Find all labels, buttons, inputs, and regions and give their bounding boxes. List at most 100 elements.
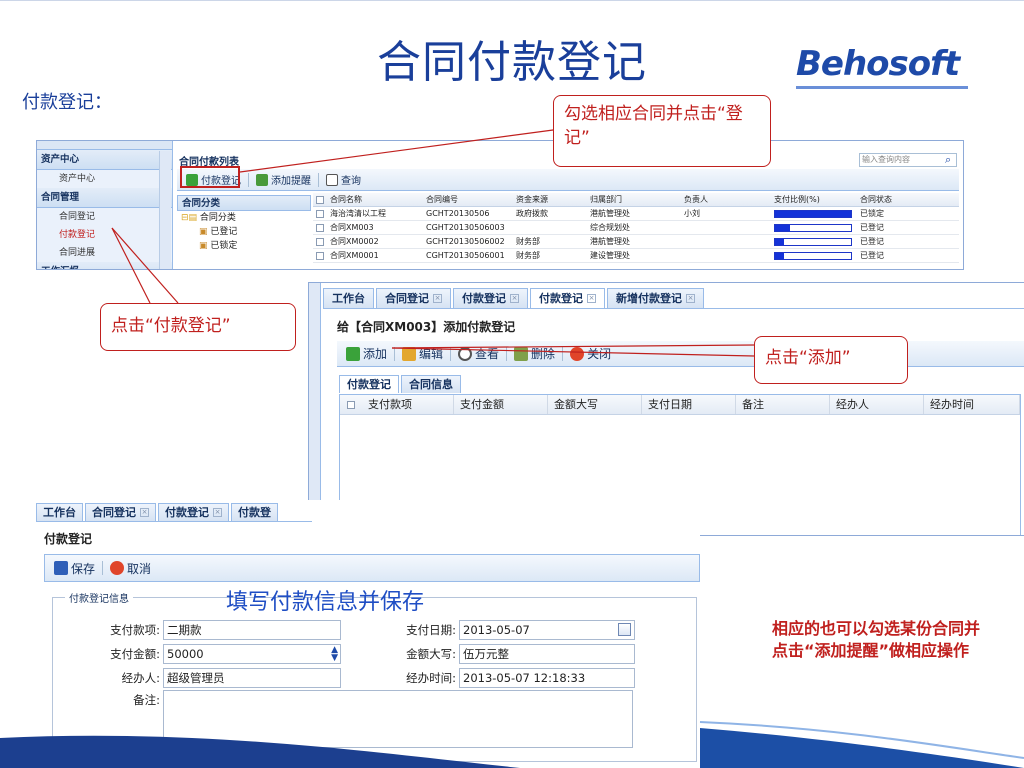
column-header[interactable]: 合同状态 <box>857 193 939 206</box>
tab-label: 工作台 <box>332 291 365 305</box>
save-button[interactable]: 保存 <box>49 556 100 580</box>
tab-close-icon[interactable]: × <box>686 294 695 303</box>
tree-node-registered[interactable]: ▣ 已登记 <box>177 225 311 239</box>
amount-cn-label: 金额大写: <box>406 647 456 661</box>
pay-amount-input[interactable]: 50000 ▲ ▼ <box>163 644 341 664</box>
search-icon[interactable]: ⌕ <box>945 153 951 167</box>
handle-time-input[interactable]: 2013-05-07 12:18:33 <box>459 668 635 688</box>
nav-scrollbar[interactable] <box>159 151 171 269</box>
pay-date-input[interactable]: 2013-05-07 <box>459 620 635 640</box>
pay-item-label: 支付款项: <box>110 623 160 637</box>
delete-button[interactable]: 删除 <box>509 342 560 366</box>
column-header[interactable]: 资金来源 <box>513 193 587 206</box>
slide-top-line <box>0 0 1024 1</box>
doc-icon: ▣ <box>199 227 208 237</box>
row-checkbox[interactable] <box>313 221 327 234</box>
subtab-0[interactable]: 付款登记 <box>339 375 399 393</box>
tab-close-icon[interactable]: × <box>433 294 442 303</box>
tab-close-icon[interactable]: × <box>510 294 519 303</box>
tab-close-icon[interactable]: × <box>587 294 596 303</box>
tab-label: 付款登记 <box>462 291 506 305</box>
column-header[interactable]: 支付比例(%) <box>771 193 857 206</box>
nav-item-3[interactable]: 合同登记 <box>37 208 172 226</box>
spinner-icon[interactable]: ▲ ▼ <box>331 646 338 663</box>
logo-underline <box>796 86 968 89</box>
select-all-checkbox[interactable] <box>313 193 327 206</box>
add-payment-window: 工作台 合同登记 × 付款登记 × 付款登记 × 新增付款登记 × 给【合同XM003】添加付款… <box>308 282 1024 536</box>
tab-3[interactable]: 付款登 <box>231 503 278 521</box>
view-button[interactable]: 查看 <box>453 342 504 366</box>
select-all-checkbox[interactable] <box>340 395 362 414</box>
toolbar-separator <box>318 172 319 187</box>
add-reminder-button[interactable]: 添加提醒 <box>251 170 316 190</box>
tab-0[interactable]: 工作台 <box>323 288 374 308</box>
pay-date-row: 支付日期: 2013-05-07 <box>371 620 635 640</box>
save-disk-icon <box>54 561 68 575</box>
table-cell-status: 已登记 <box>860 223 884 232</box>
column-header[interactable]: 合同名称 <box>327 193 423 206</box>
column-header[interactable]: 支付金额 <box>454 395 548 414</box>
table-row[interactable]: 合同XM003 CGHT20130506003 综合规划处 已登记 <box>313 221 959 235</box>
tab-close-icon[interactable]: × <box>140 508 149 517</box>
tab-4[interactable]: 新增付款登记 × <box>607 288 704 308</box>
tab-label: 工作台 <box>43 505 76 519</box>
pay-item-input[interactable]: 二期款 <box>163 620 341 640</box>
table-cell-ratio <box>771 235 857 248</box>
add-reminder-label: 添加提醒 <box>271 176 311 187</box>
pay-item-row: 支付款项: 二期款 <box>53 620 341 640</box>
edit-button[interactable]: 编辑 <box>397 342 448 366</box>
tab-1[interactable]: 合同登记 × <box>85 503 156 521</box>
column-header[interactable]: 金额大写 <box>548 395 642 414</box>
add-window-toolbar: 添加 编辑 查看 删除 关闭 <box>337 341 1024 367</box>
tab-0[interactable]: 工作台 <box>36 503 83 521</box>
toolbar-separator <box>506 346 508 361</box>
table-cell-name: 合同XM003 <box>330 223 374 232</box>
tab-2[interactable]: 付款登记 × <box>453 288 528 308</box>
tree-node-root[interactable]: ⊟▤ 合同分类 <box>177 211 311 225</box>
column-header[interactable]: 支付日期 <box>642 395 736 414</box>
nav-group-2[interactable]: 合同管理 <box>37 188 172 208</box>
column-header[interactable]: 支付款项 <box>362 395 454 414</box>
toolbar-separator <box>562 346 564 361</box>
add-button[interactable]: 添加 <box>341 342 392 366</box>
column-header[interactable]: 归属部门 <box>587 193 681 206</box>
calendar-icon[interactable] <box>618 623 631 636</box>
column-header[interactable]: 经办时间 <box>924 395 1020 414</box>
nav-group-6[interactable]: 工作汇报 <box>37 262 172 269</box>
tab-2[interactable]: 付款登记 × <box>158 503 229 521</box>
row-checkbox[interactable] <box>313 249 327 262</box>
add-icon <box>346 346 360 361</box>
side-collapsed-panel[interactable] <box>309 283 321 535</box>
nav-item-5[interactable]: 合同进展 <box>37 244 172 262</box>
handler-input[interactable]: 超级管理员 <box>163 668 341 688</box>
table-row[interactable]: 海治湾清以工程 GCHT20130506 政府拨款 港航管理处 小刘 已锁定 <box>313 207 959 221</box>
column-header[interactable]: 合同编号 <box>423 193 513 206</box>
tab-label: 合同登记 <box>385 291 429 305</box>
column-header[interactable]: 经办人 <box>830 395 924 414</box>
column-header[interactable]: 备注 <box>736 395 830 414</box>
tab-3[interactable]: 付款登记 × <box>530 288 605 308</box>
table-row[interactable]: 合同XM0001 CGHT20130506001 财务部 建设管理处 已登记 <box>313 249 959 263</box>
close-button[interactable]: 关闭 <box>565 342 616 366</box>
search-input[interactable]: 输入查询内容 <box>859 153 957 167</box>
table-cell-owner: 小刘 <box>684 209 700 218</box>
table-row[interactable]: 合同XM0002 GCHT20130506002 财务部 港航管理处 已登记 <box>313 235 959 249</box>
tree-node-locked[interactable]: ▣ 已锁定 <box>177 239 311 253</box>
tab-close-icon[interactable]: × <box>213 508 222 517</box>
tab-1[interactable]: 合同登记 × <box>376 288 451 308</box>
left-nav: 资产中心资产中心合同管理合同登记付款登记合同进展工作汇报 <box>37 141 173 269</box>
query-button[interactable]: 查询 <box>321 170 366 190</box>
subtab-1[interactable]: 合同信息 <box>401 375 461 393</box>
table-cell-fund: 政府拨款 <box>516 209 548 218</box>
cancel-button[interactable]: 取消 <box>105 556 156 580</box>
row-checkbox[interactable] <box>313 235 327 248</box>
nav-group-0[interactable]: 资产中心 <box>37 150 172 170</box>
amount-cn-input[interactable]: 伍万元整 <box>459 644 635 664</box>
behosoft-logo: Behosoft <box>796 44 960 84</box>
folder-icon: ⊟▤ <box>181 213 198 223</box>
nav-item-1[interactable]: 资产中心 <box>37 170 172 188</box>
row-checkbox[interactable] <box>313 207 327 220</box>
nav-item-4[interactable]: 付款登记 <box>37 226 172 244</box>
payment-progress-bar <box>774 224 852 232</box>
column-header[interactable]: 负责人 <box>681 193 771 206</box>
